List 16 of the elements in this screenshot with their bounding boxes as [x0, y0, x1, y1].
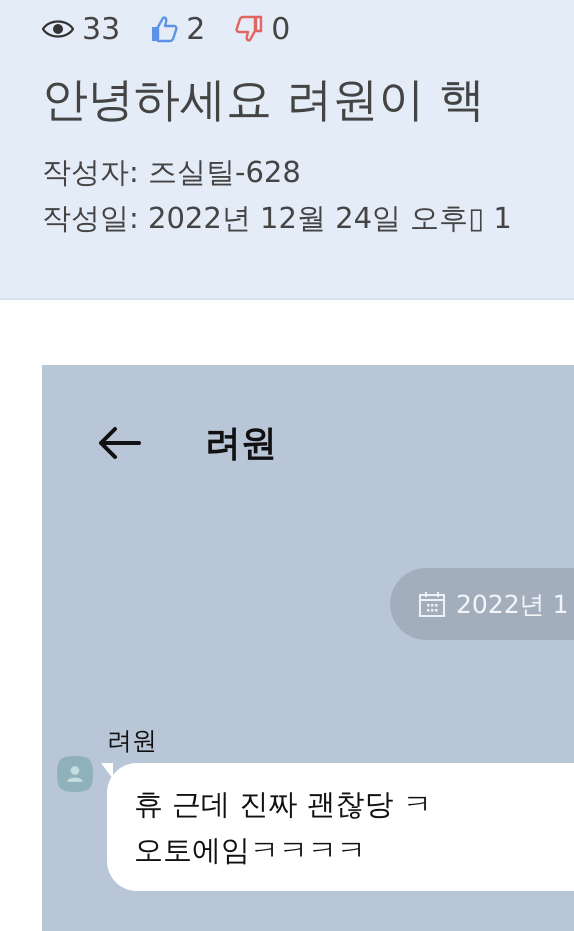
date-pill: 2022년 1: [390, 568, 574, 640]
post-title: 안녕하세요 려원이 핵: [42, 72, 486, 128]
chat-contact-name: 려원: [205, 422, 277, 466]
thumbs-up-icon: [150, 15, 178, 43]
stat-count: 0: [271, 12, 290, 46]
calendar-icon: [418, 590, 446, 618]
stat-count: 2: [186, 12, 206, 46]
back-arrow-icon[interactable]: [97, 426, 141, 460]
sender-name: 려원: [107, 725, 158, 757]
date-line: 작성일: 2022년 12월 24일 오후▯ 1: [42, 200, 513, 238]
eye-icon: [42, 18, 74, 40]
stat-count: 33: [82, 12, 120, 46]
thumbs-down-icon: [235, 15, 264, 43]
message-text: 오토에임ㅋㅋㅋㅋ: [134, 832, 367, 869]
author-line: 작성자: 즈실틸-628: [42, 154, 302, 192]
message-text: 휴 근데 진짜 괜찮당 ㅋ: [134, 786, 433, 823]
